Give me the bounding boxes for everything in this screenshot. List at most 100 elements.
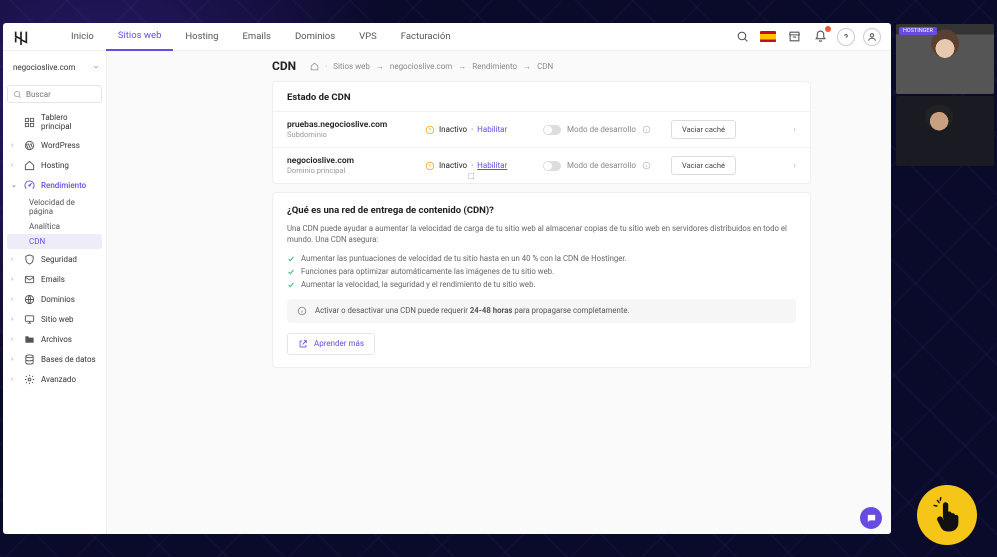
crumb-rendimiento[interactable]: Rendimiento	[472, 62, 517, 71]
chevron-down-icon: ⌄	[11, 181, 17, 189]
breadcrumb: CDN · Sitios web → negocioslive.com → Re…	[272, 59, 811, 73]
info-icon[interactable]	[642, 125, 651, 134]
check-icon	[287, 268, 295, 276]
cdn-info-card: ¿Qué es una red de entrega de contenido …	[272, 192, 811, 368]
search-icon[interactable]	[733, 28, 751, 46]
nav-dominios[interactable]: Dominios	[283, 23, 347, 51]
sidebar-item-label: Hosting	[41, 161, 69, 170]
home-icon[interactable]	[310, 62, 319, 71]
check-icon	[287, 255, 295, 263]
enable-link[interactable]: Habilitar	[477, 161, 507, 170]
topbar: Inicio Sitios web Hosting Emails Dominio…	[3, 23, 891, 51]
card-title: Estado de CDN	[273, 82, 810, 111]
learn-more-button[interactable]: Aprender más	[287, 333, 375, 355]
nav-emails[interactable]: Emails	[231, 23, 283, 51]
sidebar-item-bases-datos[interactable]: › Bases de datos	[3, 349, 106, 369]
cursor-pointer: ⬚	[468, 172, 475, 180]
sidebar-item-label: Rendimiento	[41, 181, 86, 190]
nav-vps[interactable]: VPS	[347, 23, 389, 51]
propagation-note: Activar o desactivar una CDN puede reque…	[287, 299, 796, 323]
sidebar-item-label: Bases de datos	[41, 355, 96, 364]
monitor-icon	[23, 313, 35, 325]
sidebar-item-rendimiento[interactable]: ⌄ Rendimiento	[3, 175, 106, 195]
domain-row: pruebas.negocioslive.com Subdominio Inac…	[273, 111, 810, 147]
site-selector[interactable]: negocioslive.com	[13, 55, 100, 79]
wordpress-icon	[23, 139, 35, 151]
click-badge	[917, 485, 977, 545]
sidebar-item-label: Emails	[41, 275, 65, 284]
crumb-site[interactable]: negocioslive.com	[390, 62, 452, 71]
expand-row-icon[interactable]: ›	[793, 125, 796, 135]
dashboard-icon	[23, 116, 35, 128]
crumb-sitios[interactable]: Sitios web	[333, 62, 370, 71]
main-content: CDN · Sitios web → negocioslive.com → Re…	[107, 51, 891, 534]
sidebar-item-label: Sitio web	[41, 315, 74, 324]
sidebar-item-dominios[interactable]: › Dominios	[3, 289, 106, 309]
gear-icon	[23, 373, 35, 385]
dev-mode-label: Modo de desarrollo	[567, 125, 636, 134]
folder-icon	[23, 333, 35, 345]
dev-mode-toggle[interactable]	[543, 125, 561, 135]
top-nav: Inicio Sitios web Hosting Emails Dominio…	[59, 23, 463, 51]
notifications-icon[interactable]	[811, 28, 829, 46]
dev-mode-toggle[interactable]	[543, 161, 561, 171]
help-icon[interactable]	[837, 28, 855, 46]
nav-facturacion[interactable]: Facturación	[389, 23, 463, 51]
expand-row-icon[interactable]: ›	[793, 161, 796, 171]
speed-icon	[23, 179, 35, 191]
database-icon	[23, 353, 35, 365]
chevron-right-icon: ›	[11, 355, 17, 363]
info-title: ¿Qué es una red de entrega de contenido …	[287, 205, 796, 216]
sidebar-item-dashboard[interactable]: Tablero principal	[3, 109, 106, 135]
warning-icon	[425, 125, 435, 135]
sidebar-item-avanzado[interactable]: › Avanzado	[3, 369, 106, 389]
chevron-right-icon: ›	[11, 141, 17, 149]
info-icon	[297, 306, 307, 316]
sidebar-item-archivos[interactable]: › Archivos	[3, 329, 106, 349]
clear-cache-button[interactable]: Vaciar caché	[671, 156, 736, 175]
domain-type: Dominio principal	[287, 166, 417, 175]
info-icon[interactable]	[642, 161, 651, 170]
clear-cache-button[interactable]: Vaciar caché	[671, 120, 736, 139]
webcam-tag: HOSTINGER	[899, 27, 937, 35]
domain-type: Subdominio	[287, 130, 417, 139]
sidebar-item-label: Tablero principal	[41, 113, 100, 131]
sidebar-sub-analitica[interactable]: Analítica	[3, 219, 106, 234]
store-icon[interactable]	[785, 28, 803, 46]
sidebar-item-label: Archivos	[41, 335, 72, 344]
sidebar-item-label: Dominios	[41, 295, 75, 304]
sidebar-sub-velocidad[interactable]: Velocidad de página	[3, 195, 106, 219]
sidebar: negocioslive.com Tablero principal › Wor…	[3, 51, 107, 534]
webcam-feed: HOSTINGER	[896, 24, 994, 94]
nav-sitios-web[interactable]: Sitios web	[106, 23, 174, 51]
sidebar-item-seguridad[interactable]: › Seguridad	[3, 249, 106, 269]
crumb-current: CDN	[537, 62, 553, 71]
sidebar-item-wordpress[interactable]: › WordPress	[3, 135, 106, 155]
external-link-icon	[298, 339, 308, 349]
warning-icon	[425, 161, 435, 171]
page-title: CDN	[272, 59, 296, 73]
site-selector-label: negocioslive.com	[13, 63, 75, 72]
sidebar-item-hosting[interactable]: › Hosting	[3, 155, 106, 175]
domain-name: pruebas.negocioslive.com	[287, 120, 417, 130]
chat-button[interactable]	[860, 507, 882, 529]
sidebar-sub-cdn[interactable]: CDN	[7, 234, 102, 249]
domain-row: negocioslive.com Dominio principal Inact…	[273, 147, 810, 183]
nav-inicio[interactable]: Inicio	[59, 23, 106, 51]
shield-icon	[23, 253, 35, 265]
sidebar-item-sitio-web[interactable]: › Sitio web	[3, 309, 106, 329]
nav-hosting[interactable]: Hosting	[173, 23, 230, 51]
mail-icon	[23, 273, 35, 285]
chevron-right-icon: ›	[11, 295, 17, 303]
sidebar-item-emails[interactable]: › Emails	[3, 269, 106, 289]
enable-link[interactable]: Habilitar	[477, 125, 507, 134]
account-icon[interactable]	[863, 28, 881, 46]
language-flag[interactable]	[759, 28, 777, 46]
status-text: Inactivo	[439, 125, 467, 134]
home-icon	[23, 159, 35, 171]
chevron-right-icon: ›	[11, 315, 17, 323]
benefit-item: Aumentar las puntuaciones de velocidad d…	[287, 254, 796, 263]
brand-logo[interactable]	[13, 29, 29, 45]
webcam-overlay: HOSTINGER	[896, 24, 994, 166]
chevron-right-icon: ›	[11, 375, 17, 383]
